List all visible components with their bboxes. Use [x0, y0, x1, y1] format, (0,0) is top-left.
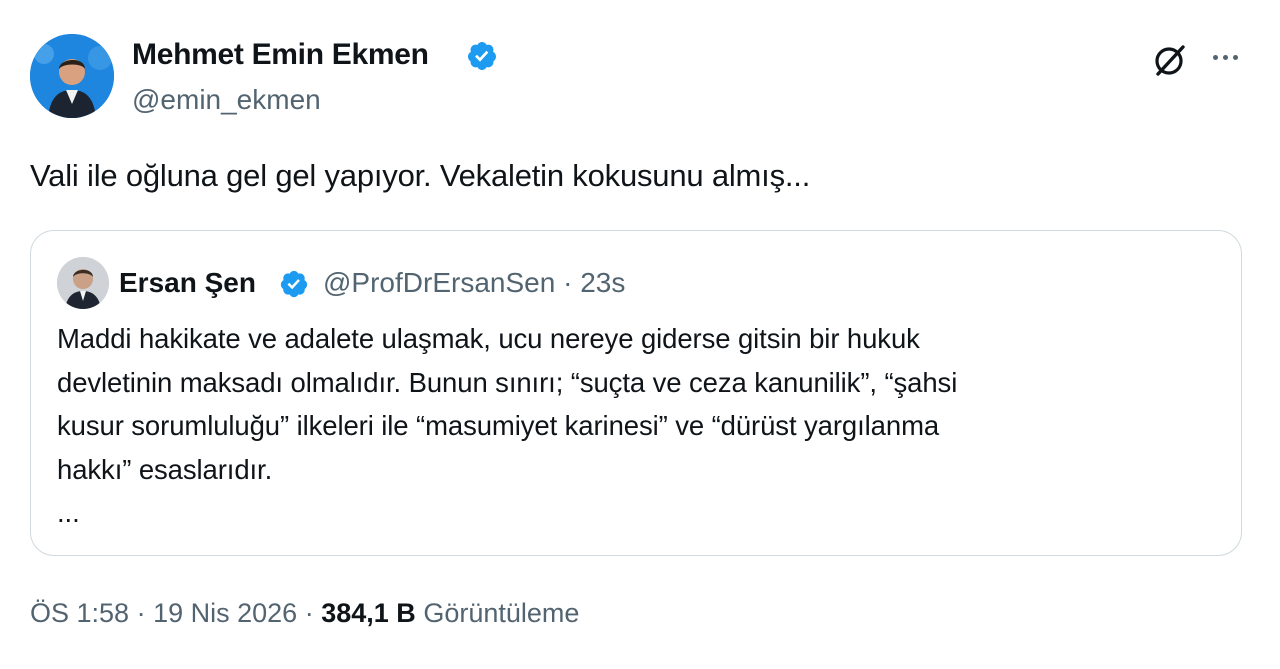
quoted-timestamp[interactable]: 23s: [580, 267, 625, 298]
more-dot: [1222, 54, 1228, 60]
more-dot: [1212, 54, 1218, 60]
quoted-text-line: hakkı” esaslarıdır.: [57, 453, 273, 485]
view-label: Görüntüleme: [423, 598, 580, 628]
tweet-time[interactable]: ÖS 1:58: [30, 598, 129, 628]
quoted-handle-time: @ProfDrErsanSen · 23s: [323, 267, 625, 299]
quoted-tweet-text: Maddi hakikate ve adalete ulaşmak, ucu n…: [57, 317, 1197, 535]
quoted-tweet[interactable]: Ersan Şen @ProfDrErsanSen · 23s Maddi ha…: [30, 230, 1242, 556]
tweet: Mehmet Emin Ekmen @emin_ekmen Vali ile o…: [0, 0, 1280, 669]
author-handle[interactable]: @emin_ekmen: [132, 84, 321, 116]
quoted-author-name[interactable]: Ersan Şen: [119, 267, 256, 299]
quoted-text-line: kusur sorumluluğu” ilkeleri ile “masumiy…: [57, 410, 940, 441]
more-dot: [1232, 54, 1238, 60]
quoted-text-ellipsis: ...: [57, 497, 80, 528]
quoted-text-line: devletinin maksadı olmalıdır. Bunun sını…: [57, 366, 958, 398]
author-avatar-image: [30, 34, 114, 118]
grok-icon[interactable]: [1150, 42, 1188, 80]
author-name[interactable]: Mehmet Emin Ekmen: [132, 38, 429, 72]
view-count: 384,1 B: [321, 598, 416, 628]
tweet-text: Vali ile oğluna gel gel yapıyor. Vekalet…: [30, 158, 811, 193]
verified-badge-icon: [467, 42, 496, 70]
quoted-avatar-image: [57, 257, 109, 309]
meta-separator: ·: [304, 598, 314, 628]
more-icon[interactable]: [1208, 40, 1242, 74]
quoted-author-avatar[interactable]: [57, 257, 109, 309]
quoted-verified-badge-icon: [280, 270, 308, 298]
tweet-meta: ÖS 1:58 · 19 Nis 2026 · 384,1 B Görüntül…: [30, 598, 579, 629]
meta-separator: ·: [136, 598, 146, 628]
tweet-date[interactable]: 19 Nis 2026: [153, 598, 297, 628]
author-avatar[interactable]: [30, 34, 114, 118]
quoted-text-line: Maddi hakikate ve adalete ulaşmak, ucu n…: [57, 323, 920, 354]
quoted-author-handle[interactable]: @ProfDrErsanSen: [323, 267, 555, 298]
quoted-separator: ·: [563, 267, 573, 298]
